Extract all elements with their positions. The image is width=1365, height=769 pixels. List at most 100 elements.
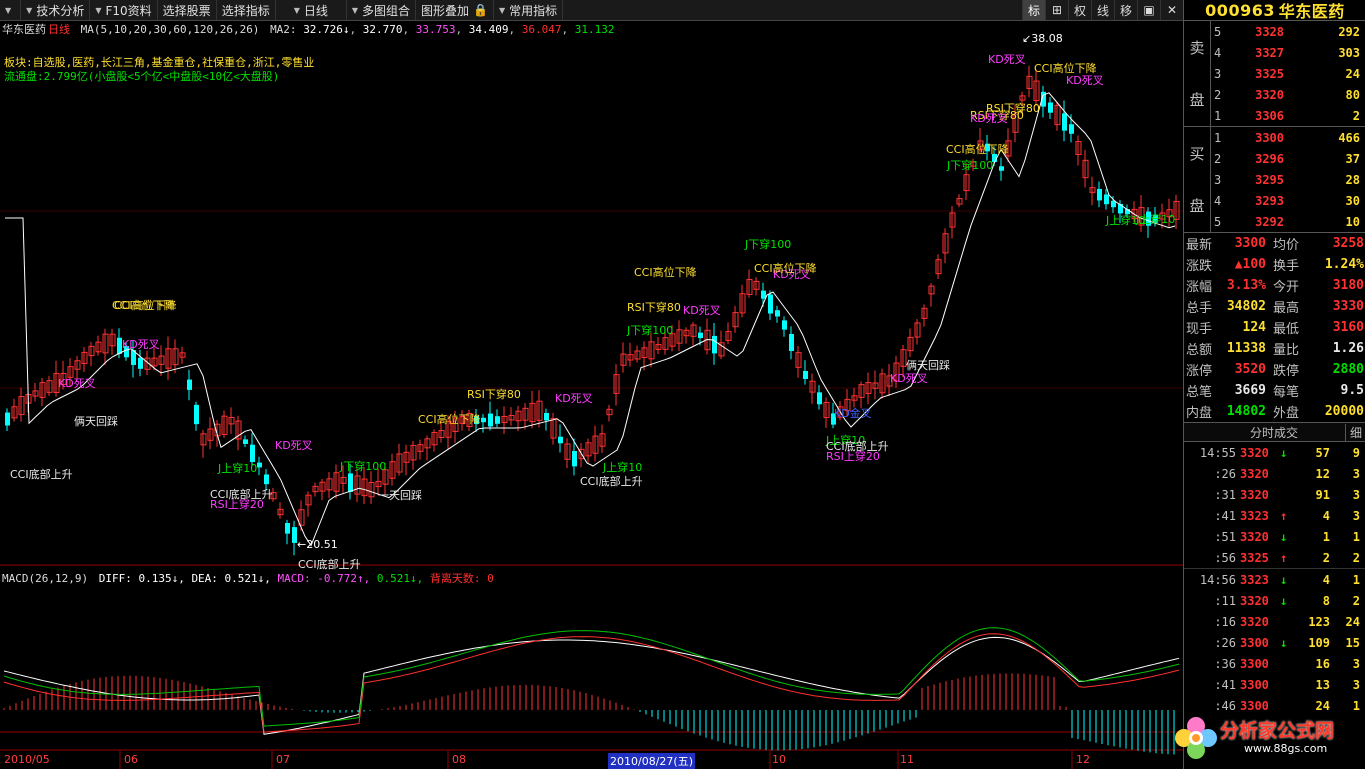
move-button[interactable]: 移 [1114,0,1137,20]
tick-row: :41 3300 13 3 [1184,674,1365,695]
tick-count: 3 [1352,487,1360,502]
kline-chart[interactable]: 华东医药 日线 MA(5,10,20,30,60,120,26,26) MA2: … [0,20,1183,769]
quote-value: 124 [1242,320,1266,335]
signal-annotation: KD死叉 [555,392,593,405]
signal-annotation: J上穿10 [218,462,258,475]
tb-multi-chart[interactable]: ▼ 多图组合 [347,0,417,20]
level-number: 3 [1214,172,1222,187]
quote-value: 1.24% [1324,257,1364,272]
ticks-list[interactable]: 14:55 3320 ↓ 57 9:26 3320 12 3:31 3320 91 3:41 3323… [1184,442,1365,716]
ma-value: 32.770 [362,23,403,36]
buy-level-row[interactable]: 2 3296 37 [1211,148,1365,169]
quote-row: 总额 11338 量比 1.26 [1184,338,1365,359]
tick-volume: 57 [1315,445,1330,460]
quote-label: 每笔 [1272,385,1299,400]
low-price-mark: ←20.51 [297,538,338,551]
tick-row: :16 3320 123 24 [1184,611,1365,632]
tb-common-indicator[interactable]: ▼ 常用指标 [494,0,564,20]
buy-level-row[interactable]: 4 3293 30 [1211,190,1365,211]
quote-label: 今开 [1272,280,1299,295]
sell-level-row[interactable]: 5 3328 292 [1211,21,1365,42]
quote-label: 总笔 [1186,385,1213,400]
tick-volume: 91 [1315,487,1330,502]
quote-row: 涨停 3520 跌停 2880 [1184,359,1365,380]
quote-value: 34802 [1226,299,1266,314]
tick-count: 3 [1352,656,1360,671]
tick-price: 3320 [1240,593,1269,608]
chevron-icon: ▼ [293,5,300,15]
tick-arrow-icon: ↑ [1280,550,1288,565]
tick-row: :11 3320 ↓ 8 2 [1184,590,1365,611]
buy-level-row[interactable]: 1 3300 466 [1211,127,1365,148]
quote-label: 量比 [1272,343,1299,358]
signal-annotation: KD死叉 [122,338,160,351]
quote-row: 现手 124 最低 3160 [1184,317,1365,338]
sell-level-row[interactable]: 1 3306 2 [1211,105,1365,126]
tick-volume: 8 [1322,593,1330,608]
chevron-icon: ▼ [95,5,102,15]
quote-row: 涨跌 ▲100 换手 1.24% [1184,254,1365,275]
tick-price: 3320 [1240,529,1269,544]
tb-f10[interactable]: ▼ F10资料 [90,0,158,20]
signal-annotation: CCI底部上升 [580,475,643,488]
quote-row: 总笔 3669 每笔 9.5 [1184,380,1365,401]
tb-label: 技术分析 [36,3,85,18]
level-number: 4 [1214,45,1222,60]
buy-level-row[interactable]: 5 3292 10 [1211,211,1365,232]
signal-annotation: J上穿10 [1136,213,1176,226]
tick-arrow-icon: ↓ [1280,593,1288,608]
quote-value: 1.26 [1332,341,1364,356]
level-volume: 37 [1345,151,1360,166]
tick-price: 3320 [1240,487,1269,502]
menu-arrow-icon[interactable]: ▼ [0,0,22,20]
signal-annotation: CCI高位下降 [418,413,481,426]
window-icon[interactable]: ▣ [1137,0,1160,20]
signal-annotation: KD金叉 [834,407,872,420]
float-info: 流通盘:2.799亿(小盘股<5个亿<中盘股<10亿<大盘股) [4,70,280,83]
date-label: 12 [1076,753,1090,766]
mark-button[interactable]: 标 [1022,0,1045,20]
tick-volume: 109 [1308,635,1330,650]
buy-level-row[interactable]: 3 3295 28 [1211,169,1365,190]
quote-value: 3180 [1332,278,1364,293]
date-label: 2010/05 [4,753,50,766]
level-volume: 466 [1338,130,1360,145]
lock-icon: 🔒 [473,3,489,17]
ticks-detail-tab[interactable]: 细 [1344,423,1362,441]
signal-annotation: J下穿100 [947,159,994,172]
tb-period[interactable]: ▼ 日线 [276,0,347,20]
tb-tech-analysis[interactable]: ▼ 技术分析 [21,0,91,20]
level-number: 1 [1214,108,1222,123]
level-price: 3325 [1255,66,1284,81]
tick-time: :31 [1214,487,1236,502]
level-volume: 28 [1345,172,1360,187]
tb-select-stock[interactable]: 选择股票 [158,0,217,20]
quote-table: 最新 3300 均价 3258 涨跌 ▲100 换手 1.24% 涨幅 3.13% 今开 3180 总手… [1184,233,1365,422]
tick-volume: 123 [1308,614,1330,629]
quote-row: 总手 34802 最高 3330 [1184,296,1365,317]
sell-level-row[interactable]: 4 3327 303 [1211,42,1365,63]
date-label: 08 [452,753,466,766]
rights-button[interactable]: 权 [1068,0,1091,20]
line-button[interactable]: 线 [1091,0,1114,20]
sell-level-row[interactable]: 3 3325 24 [1211,63,1365,84]
date-label: 07 [276,753,290,766]
level-price: 3292 [1255,214,1284,229]
quote-label: 涨跌 [1186,259,1213,274]
tick-count: 2 [1352,550,1360,565]
quote-value: 2880 [1332,362,1364,377]
tick-time: :11 [1214,593,1236,608]
tb-overlay[interactable]: 图形叠加 🔒 [416,0,495,20]
tick-time: :41 [1214,508,1236,523]
level-volume: 24 [1345,66,1360,81]
sell-level-row[interactable]: 2 3320 80 [1211,84,1365,105]
grid-icon[interactable]: ⊞ [1045,0,1068,20]
buy-book: 买盘 1 3300 466 2 3296 37 3 3295 28 4 3293 30 5 3292 10 [1184,127,1365,233]
tick-row: :51 3320 ↓ 1 1 [1184,526,1365,547]
tb-select-indicator[interactable]: 选择指标 [217,0,276,20]
level-number: 2 [1214,87,1222,102]
quote-value: 3669 [1234,383,1266,398]
signal-annotation: RSI下穿80 [467,388,521,401]
close-icon[interactable]: ✕ [1160,0,1183,20]
macd-dea: DEA: 0.521↓, [191,572,271,585]
